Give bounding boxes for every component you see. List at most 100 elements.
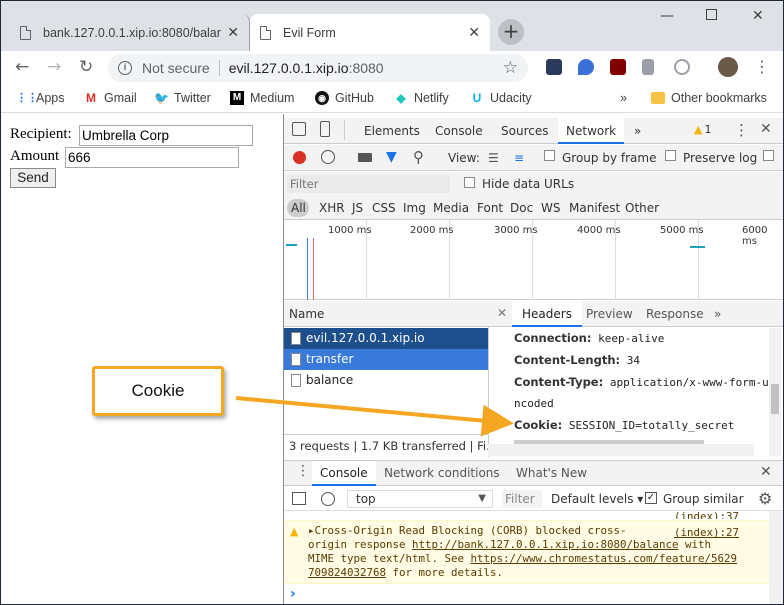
tab-title: bank.127.0.0.1.xip.io:8080/balance bbox=[43, 25, 222, 40]
bookmark-medium[interactable]: M Medium bbox=[230, 91, 294, 105]
request-row[interactable]: evil.127.0.0.1.xip.io bbox=[284, 328, 488, 349]
console-scrollbar[interactable] bbox=[769, 511, 783, 604]
group-by-frame-checkbox[interactable] bbox=[544, 150, 555, 161]
avatar[interactable] bbox=[718, 57, 738, 77]
context-selector[interactable]: top ▼ bbox=[347, 490, 493, 508]
amount-input[interactable] bbox=[65, 147, 239, 168]
bookmark-star-icon[interactable]: ☆ bbox=[503, 58, 518, 78]
tab-headers[interactable]: Headers bbox=[512, 301, 582, 327]
recipient-input[interactable] bbox=[79, 125, 253, 146]
capture-screenshots-icon[interactable] bbox=[358, 153, 372, 162]
request-row-selected[interactable]: transfer bbox=[284, 349, 488, 370]
drawer-menu-icon[interactable]: ⋮ bbox=[296, 463, 310, 479]
console-filter-input[interactable]: Filter bbox=[502, 490, 542, 508]
header-key: Content-Length: bbox=[514, 353, 621, 367]
menu-dots-icon[interactable]: ⋮ bbox=[754, 57, 770, 76]
type-filter-manifest[interactable]: Manifest bbox=[569, 201, 620, 215]
large-rows-icon[interactable]: ☰ bbox=[488, 151, 499, 165]
other-bookmarks-folder[interactable]: Other bookmarks bbox=[651, 91, 767, 105]
new-tab-button[interactable]: + bbox=[498, 19, 524, 45]
disable-cache-checkbox[interactable] bbox=[763, 150, 774, 161]
bookmark-udacity[interactable]: U Udacity bbox=[470, 91, 532, 105]
hide-data-urls-checkbox[interactable] bbox=[464, 177, 475, 188]
reload-icon[interactable]: ↻ bbox=[79, 57, 93, 77]
bookmark-apps[interactable]: ⋮⋮ Apps bbox=[16, 91, 65, 105]
send-button[interactable]: Send bbox=[10, 168, 56, 188]
show-sidebar-icon[interactable] bbox=[292, 492, 306, 505]
type-filter-media[interactable]: Media bbox=[433, 201, 469, 215]
drawer-tab-whats-new[interactable]: What's New bbox=[508, 461, 595, 486]
omnibox[interactable]: i Not secure evil.127.0.0.1.xip.io:8080 … bbox=[108, 54, 528, 82]
filter-icon[interactable]: ▼ bbox=[386, 149, 397, 165]
type-filter-css[interactable]: CSS bbox=[372, 201, 396, 215]
waterfall-view-icon[interactable]: ≡ bbox=[514, 151, 524, 165]
corb-url-link[interactable]: http://bank.127.0.0.1.xip.io:8080/balanc… bbox=[412, 538, 679, 551]
back-arrow-icon[interactable]: ← bbox=[15, 57, 29, 77]
type-filter-font[interactable]: Font bbox=[477, 201, 503, 215]
type-filter-other[interactable]: Other bbox=[625, 201, 659, 215]
log-levels-dropdown[interactable]: Default levels ▾ bbox=[551, 492, 643, 506]
group-similar-checkbox[interactable]: ✓ bbox=[645, 492, 657, 504]
console-settings-gear-icon[interactable]: ⚙ bbox=[758, 489, 772, 508]
clear-icon[interactable] bbox=[321, 150, 335, 164]
tab-sources[interactable]: Sources bbox=[493, 118, 556, 144]
scrollbar-thumb[interactable] bbox=[771, 384, 779, 414]
minimize-icon[interactable]: — bbox=[660, 8, 674, 24]
tab-elements[interactable]: Elements bbox=[356, 118, 428, 144]
extension-icon[interactable] bbox=[674, 59, 690, 75]
name-column-header[interactable]: Name bbox=[284, 301, 488, 327]
network-filter-input[interactable] bbox=[287, 175, 450, 193]
header-line: Content-Length: 34 bbox=[514, 353, 640, 367]
horizontal-scrollbar[interactable] bbox=[488, 444, 754, 456]
chromestatus-link[interactable]: https://www.chromestatus.com/feature/562… bbox=[471, 552, 738, 565]
request-row[interactable]: balance bbox=[284, 370, 488, 391]
close-detail-icon[interactable]: ✕ bbox=[497, 306, 507, 320]
record-icon[interactable] bbox=[293, 151, 306, 164]
type-filter-doc[interactable]: Doc bbox=[510, 201, 533, 215]
drawer-tab-network-conditions[interactable]: Network conditions bbox=[376, 461, 508, 486]
info-icon[interactable]: i bbox=[118, 61, 132, 75]
maximize-icon[interactable] bbox=[706, 9, 717, 20]
close-devtools-icon[interactable]: ✕ bbox=[760, 121, 772, 137]
tab-network[interactable]: Network bbox=[558, 118, 624, 144]
bookmark-label: Twitter bbox=[174, 91, 211, 105]
forward-arrow-icon[interactable]: → bbox=[47, 57, 61, 77]
tab-evil-form[interactable]: Evil Form ✕ bbox=[250, 14, 490, 51]
previous-message-source[interactable]: (index):37 bbox=[674, 510, 739, 519]
console-prompt[interactable]: › bbox=[290, 586, 296, 602]
extension-icon[interactable] bbox=[578, 59, 594, 75]
type-filter-img[interactable]: Img bbox=[403, 201, 426, 215]
bookmark-netlify[interactable]: ◆ Netlify bbox=[394, 91, 448, 105]
clear-console-icon[interactable] bbox=[321, 492, 335, 506]
devtools-menu-icon[interactable]: ⋮ bbox=[734, 121, 749, 139]
tab-console[interactable]: Console bbox=[427, 118, 491, 144]
more-tabs-button[interactable]: » bbox=[626, 118, 649, 144]
inspect-element-icon[interactable] bbox=[292, 122, 306, 136]
bookmark-gmail[interactable]: M Gmail bbox=[84, 91, 137, 105]
extension-icon[interactable] bbox=[546, 59, 562, 75]
type-filter-js[interactable]: JS bbox=[352, 201, 363, 215]
preserve-log-checkbox[interactable] bbox=[665, 150, 676, 161]
close-drawer-icon[interactable]: ✕ bbox=[760, 464, 772, 480]
extension-icon[interactable] bbox=[642, 59, 654, 75]
type-filter-xhr[interactable]: XHR bbox=[319, 201, 345, 215]
close-window-icon[interactable]: ✕ bbox=[752, 8, 764, 24]
search-icon[interactable]: ⚲ bbox=[413, 148, 424, 166]
type-filter-ws[interactable]: WS bbox=[541, 201, 560, 215]
tab-preview[interactable]: Preview bbox=[578, 301, 641, 327]
device-toolbar-icon[interactable] bbox=[320, 121, 330, 137]
chromestatus-link-cont[interactable]: 709824032768 bbox=[308, 566, 386, 579]
close-tab-icon[interactable]: ✕ bbox=[468, 25, 480, 41]
close-tab-icon[interactable]: ✕ bbox=[227, 25, 239, 41]
tab-bank-balance[interactable]: bank.127.0.0.1.xip.io:8080/balance ✕ bbox=[10, 14, 250, 51]
drawer-tab-console[interactable]: Console bbox=[312, 461, 376, 486]
tab-response[interactable]: Response bbox=[638, 301, 712, 327]
ublock-icon[interactable] bbox=[610, 59, 626, 75]
type-filter-all[interactable]: All bbox=[291, 201, 306, 215]
more-bookmarks-button[interactable]: » bbox=[620, 91, 627, 105]
more-detail-tabs[interactable]: » bbox=[706, 301, 729, 327]
bookmark-twitter[interactable]: 🐦 Twitter bbox=[154, 91, 211, 105]
bookmark-github[interactable]: ◉ GitHub bbox=[315, 91, 374, 105]
not-secure-label: Not secure bbox=[142, 60, 210, 76]
warning-counter[interactable]: ▲ 1 bbox=[694, 123, 711, 136]
